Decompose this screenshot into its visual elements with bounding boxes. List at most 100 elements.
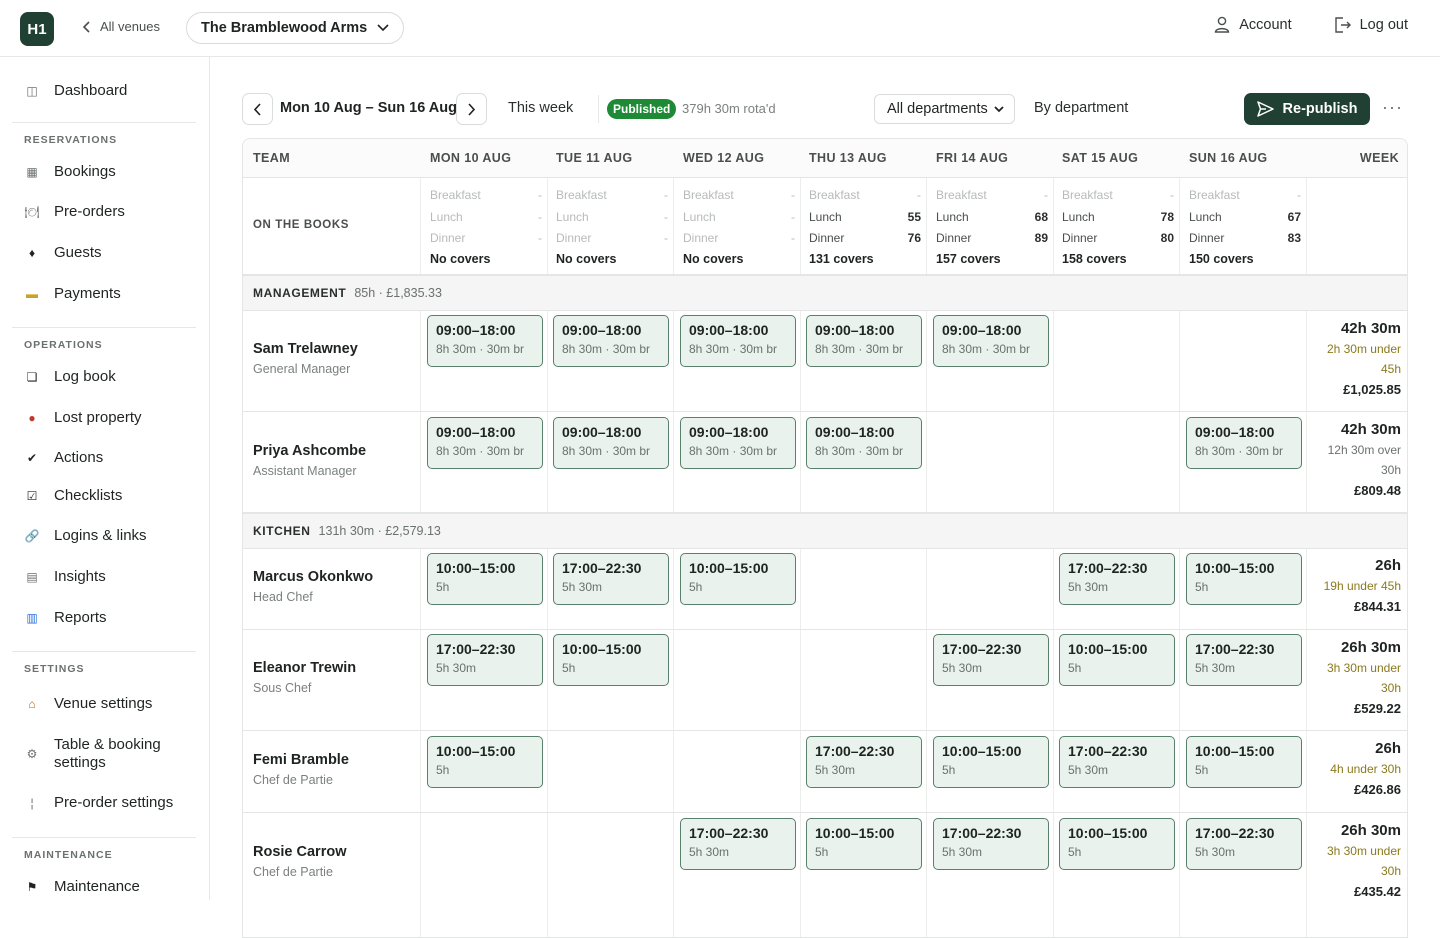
department-select[interactable]: All departments: [874, 94, 1015, 124]
shift-wed[interactable]: 09:00–18:00 8h 30m · 30m br: [680, 417, 796, 469]
sidebar-item-label: Logins & links: [54, 527, 147, 544]
shift-fri[interactable]: 17:00–22:30 5h 30m: [933, 634, 1049, 686]
next-week-button[interactable]: [456, 93, 487, 125]
dinner-value: -: [791, 231, 795, 245]
sidebar-item-bookings[interactable]: ▦ Bookings: [24, 163, 116, 180]
prev-week-button[interactable]: [242, 93, 273, 125]
this-week-button[interactable]: This week: [508, 100, 573, 116]
republish-button[interactable]: Re-publish: [1244, 93, 1370, 125]
grid-header: TEAM MON 10 AUG TUE 11 AUG WED 12 AUG TH…: [243, 139, 1407, 178]
shift-wed[interactable]: 09:00–18:00 8h 30m · 30m br: [680, 315, 796, 367]
shift-mon[interactable]: 10:00–15:00 5h: [427, 736, 543, 788]
shift-time: 17:00–22:30: [1195, 641, 1275, 657]
shift-meta: 5h: [815, 845, 829, 859]
by-department-toggle[interactable]: By department: [1034, 100, 1128, 116]
section-management[interactable]: MANAGEMENT 85h · £1,835.33: [243, 276, 1407, 311]
shift-sun[interactable]: 17:00–22:30 5h 30m: [1186, 818, 1302, 870]
sidebar-item-checklists[interactable]: ☑ Checklists: [24, 487, 123, 504]
dinner-value: 89: [1034, 231, 1048, 245]
header-fri: FRI 14 AUG: [936, 151, 1009, 165]
shift-tue[interactable]: 09:00–18:00 8h 30m · 30m br: [553, 315, 669, 367]
sidebar-item-preorder-settings[interactable]: ¦ Pre-order settings: [24, 794, 173, 811]
week-summary: 42h 30m 2h 30m under 45h £1,025.85: [1309, 320, 1401, 397]
shift-wed[interactable]: 17:00–22:30 5h 30m: [680, 818, 796, 870]
sidebar-item-logins[interactable]: 🔗 Logins & links: [24, 527, 147, 544]
shift-time: 10:00–15:00: [1195, 743, 1275, 759]
staff-info[interactable]: Priya Ashcombe Assistant Manager: [253, 443, 366, 478]
shift-mon[interactable]: 09:00–18:00 8h 30m · 30m br: [427, 417, 543, 469]
week-summary: 26h 30m 3h 30m under 30h £529.22: [1309, 639, 1401, 716]
breakfast-label: Breakfast: [1062, 188, 1113, 202]
shift-tue[interactable]: 09:00–18:00 8h 30m · 30m br: [553, 417, 669, 469]
sidebar-item-payments[interactable]: ▬ Payments: [24, 285, 121, 302]
account-link[interactable]: Account: [1214, 16, 1292, 33]
note-line-1: 2h 30m under: [1326, 342, 1401, 356]
sidebar-item-lost-property[interactable]: ● Lost property: [24, 409, 141, 426]
shift-sun[interactable]: 10:00–15:00 5h: [1186, 736, 1302, 788]
sidebar-item-label: Bookings: [54, 163, 116, 180]
shift-sat[interactable]: 10:00–15:00 5h: [1059, 634, 1175, 686]
shift-meta: 5h 30m: [689, 845, 730, 859]
staff-info[interactable]: Marcus Okonkwo Head Chef: [253, 569, 373, 604]
dinner-label: Dinner: [936, 231, 972, 245]
sidebar-item-preorders[interactable]: 🍽 Pre-orders: [24, 203, 124, 220]
shift-thu[interactable]: 09:00–18:00 8h 30m · 30m br: [806, 315, 922, 367]
staff-info[interactable]: Eleanor Trewin Sous Chef: [253, 660, 356, 695]
all-venues-link[interactable]: All venues: [82, 19, 160, 34]
shift-sun[interactable]: 09:00–18:00 8h 30m · 30m br: [1186, 417, 1302, 469]
shift-mon[interactable]: 09:00–18:00 8h 30m · 30m br: [427, 315, 543, 367]
shift-mon[interactable]: 17:00–22:30 5h 30m: [427, 634, 543, 686]
shift-mon[interactable]: 10:00–15:00 5h: [427, 553, 543, 605]
shift-time: 17:00–22:30: [815, 743, 895, 759]
logout-icon: [1334, 16, 1351, 33]
staff-info[interactable]: Sam Trelawney General Manager: [253, 341, 358, 376]
dinner-line: Dinner -: [430, 229, 542, 251]
shift-wed[interactable]: 10:00–15:00 5h: [680, 553, 796, 605]
logout-link[interactable]: Log out: [1334, 17, 1408, 33]
shift-sat[interactable]: 17:00–22:30 5h 30m: [1059, 736, 1175, 788]
sidebar-item-maintenance[interactable]: ⚑ Maintenance: [24, 878, 140, 895]
more-options-icon[interactable]: ···: [1382, 97, 1403, 118]
breakfast-value: -: [1170, 188, 1174, 202]
sidebar-item-insights[interactable]: ▤ Insights: [24, 568, 105, 585]
lunch-value: 78: [1160, 209, 1174, 224]
dinner-line: Dinner 76: [809, 229, 921, 251]
note-line-1: 3h 30m under: [1326, 661, 1401, 675]
shift-sun[interactable]: 10:00–15:00 5h: [1186, 553, 1302, 605]
app-logo[interactable]: H1: [20, 12, 54, 46]
shift-fri[interactable]: 09:00–18:00 8h 30m · 30m br: [933, 315, 1049, 367]
section-reservations: RESERVATIONS: [24, 134, 118, 146]
shift-sat[interactable]: 17:00–22:30 5h 30m: [1059, 553, 1175, 605]
sidebar-item-logbook[interactable]: ❏ Log book: [24, 368, 116, 385]
breakfast-value: -: [917, 188, 921, 202]
shift-fri[interactable]: 10:00–15:00 5h: [933, 736, 1049, 788]
all-venues-label: All venues: [100, 19, 160, 34]
shift-thu[interactable]: 10:00–15:00 5h: [806, 818, 922, 870]
shift-thu[interactable]: 09:00–18:00 8h 30m · 30m br: [806, 417, 922, 469]
staff-name: Rosie Carrow: [253, 844, 347, 860]
shift-meta: 5h: [1068, 845, 1082, 859]
section-name: KITCHEN: [253, 524, 311, 538]
shift-sat[interactable]: 10:00–15:00 5h: [1059, 818, 1175, 870]
sidebar-item-table-booking-settings[interactable]: ⚙ Table & booking settings: [24, 736, 161, 772]
sidebar-item-guests[interactable]: ♦ Guests: [24, 244, 102, 261]
shift-sun[interactable]: 17:00–22:30 5h 30m: [1186, 634, 1302, 686]
lunch-line: Lunch -: [683, 208, 795, 230]
note-line-2: 30h: [1380, 463, 1401, 477]
shift-meta: 8h 30m · 30m br: [562, 342, 651, 356]
shift-fri[interactable]: 17:00–22:30 5h 30m: [933, 818, 1049, 870]
sidebar-item-venue-settings[interactable]: ⌂ Venue settings: [24, 695, 152, 712]
section-kitchen[interactable]: KITCHEN 131h 30m · £2,579.13: [243, 514, 1407, 549]
sidebar-item-reports[interactable]: ▥ Reports: [24, 609, 106, 626]
lunch-line: Lunch -: [556, 208, 668, 230]
shift-tue[interactable]: 10:00–15:00 5h: [553, 634, 669, 686]
staff-info[interactable]: Rosie Carrow Chef de Partie: [253, 844, 346, 879]
sidebar-item-dashboard[interactable]: ◫ Dashboard: [24, 82, 127, 99]
staff-info[interactable]: Femi Bramble Chef de Partie: [253, 752, 349, 787]
shift-thu[interactable]: 17:00–22:30 5h 30m: [806, 736, 922, 788]
sidebar-item-actions[interactable]: ✔ Actions: [24, 449, 103, 466]
flag-icon: ⚑: [26, 879, 38, 894]
shift-tue[interactable]: 17:00–22:30 5h 30m: [553, 553, 669, 605]
venue-selector[interactable]: The Bramblewood Arms: [186, 12, 405, 44]
shift-meta: 5h: [436, 763, 450, 777]
